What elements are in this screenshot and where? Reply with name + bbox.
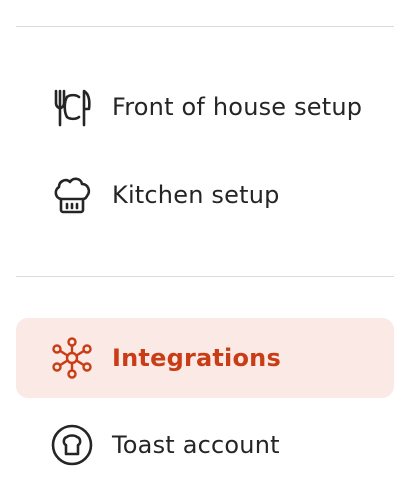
- nav-item-integrations[interactable]: Integrations: [16, 318, 394, 398]
- network-hub-icon: [50, 336, 94, 380]
- nav-item-toast-account[interactable]: Toast account: [16, 405, 394, 485]
- nav-item-label: Kitchen setup: [112, 181, 280, 209]
- nav-item-label: Front of house setup: [112, 93, 363, 121]
- nav-item-label: Integrations: [112, 344, 281, 372]
- chef-hat-icon: [50, 173, 94, 217]
- nav-item-front-of-house-setup[interactable]: Front of house setup: [16, 67, 394, 147]
- utensils-icon: [50, 85, 94, 129]
- nav-item-kitchen-setup[interactable]: Kitchen setup: [16, 155, 394, 235]
- toast-bread-icon: [50, 423, 94, 467]
- top-divider: [16, 26, 394, 27]
- nav-item-label: Toast account: [112, 431, 280, 459]
- section-divider: [16, 276, 394, 277]
